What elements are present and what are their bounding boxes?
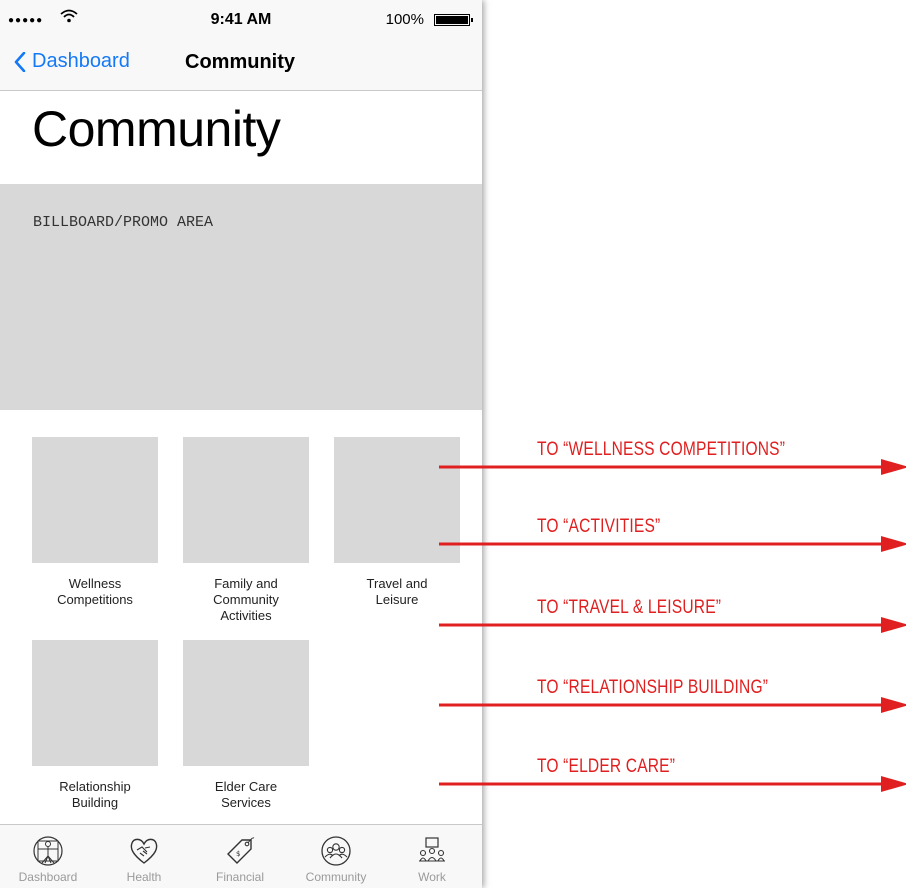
tab-dashboard[interactable]: Dashboard (0, 825, 96, 888)
tile-wellness-competitions[interactable] (32, 437, 158, 563)
back-button-label: Dashboard (32, 50, 130, 72)
vitruvian-icon (33, 836, 63, 866)
tab-financial[interactable]: $ Financial (192, 825, 288, 888)
billboard-label: BILLBOARD/PROMO AREA (33, 214, 214, 231)
nav-title: Community (185, 51, 295, 73)
annotation-arrow-relationship (439, 697, 906, 713)
billboard-promo-area[interactable]: BILLBOARD/PROMO AREA (0, 184, 482, 410)
tile-label-family-community-activities: Family and Community Activities (213, 576, 279, 623)
chevron-left-icon (14, 51, 26, 72)
tab-dashboard-label: Dashboard (18, 870, 78, 884)
tab-financial-label: Financial (215, 870, 265, 884)
tile-label-travel-leisure: Travel and Leisure (366, 576, 428, 607)
price-tag-icon: $ (227, 837, 255, 864)
page-title: Community (32, 101, 281, 157)
tab-work[interactable]: Work (384, 825, 480, 888)
tile-relationship-building[interactable] (32, 640, 158, 766)
tile-label-wellness-competitions: Wellness Competitions (57, 576, 133, 607)
tile-family-community-activities[interactable] (183, 437, 309, 563)
tab-community-label: Community (305, 870, 367, 884)
tile-label-relationship-building: Relationship Building (59, 779, 131, 810)
annotation-arrow-activities (439, 536, 906, 552)
battery-icon (434, 14, 473, 26)
annotation-arrow-travel (439, 617, 906, 633)
meeting-icon (419, 837, 445, 862)
navigation-bar: Dashboard Community (0, 38, 482, 91)
phone-screen: ●●●●● 9:41 AM 100% Dashboard Community C… (0, 0, 482, 888)
svg-text:$: $ (236, 850, 240, 858)
annotation-arrow-wellness (439, 459, 906, 475)
back-button[interactable]: Dashboard (14, 50, 130, 73)
tab-work-label: Work (418, 870, 446, 884)
tile-label-elder-care-services: Elder Care Services (214, 779, 278, 810)
tab-bar: Dashboard Health $ Financial Community W… (0, 824, 482, 888)
battery-percent: 100% (385, 11, 424, 28)
group-icon (321, 836, 351, 866)
annotation-arrow-elder-care (439, 776, 906, 792)
tab-community[interactable]: Community (288, 825, 384, 888)
tab-health[interactable]: Health (96, 825, 192, 888)
tab-health-label: Health (126, 870, 162, 884)
status-bar: ●●●●● 9:41 AM 100% (0, 0, 482, 38)
tile-elder-care-services[interactable] (183, 640, 309, 766)
handshake-heart-icon (130, 838, 158, 864)
